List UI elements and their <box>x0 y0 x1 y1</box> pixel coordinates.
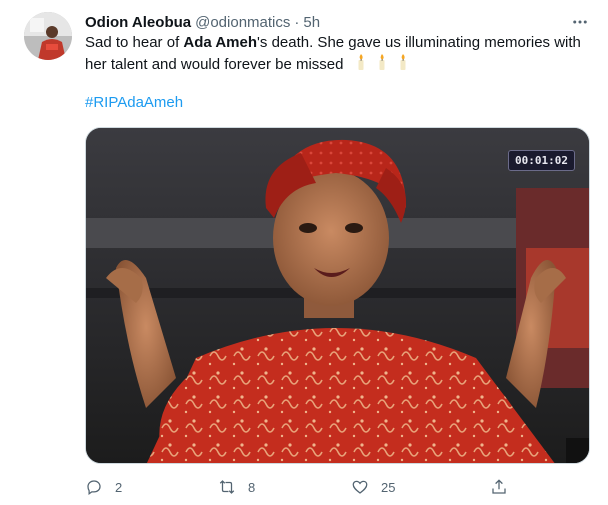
like-button[interactable]: 25 <box>351 476 395 498</box>
tweet-text-mention: Ada Ameh <box>183 34 258 51</box>
like-count: 25 <box>381 479 396 495</box>
tweet-time[interactable]: 5h <box>303 14 320 31</box>
avatar[interactable] <box>24 12 72 60</box>
candle-icon <box>394 53 412 71</box>
tweet-text-part1: Sad to hear of <box>85 34 184 51</box>
reply-icon <box>85 478 103 496</box>
retweet-icon <box>218 478 236 496</box>
hashtag-link[interactable]: #RIPAdaAmeh <box>85 93 183 113</box>
share-icon <box>490 478 508 496</box>
more-icon[interactable] <box>568 12 592 32</box>
retweet-count: 8 <box>248 479 256 495</box>
reply-count: 2 <box>115 479 123 495</box>
retweet-button[interactable]: 8 <box>218 476 255 498</box>
tweet-header: Odion Aleobua @odionmatics · 5h <box>85 12 320 32</box>
avatar-image <box>24 12 72 60</box>
candle-icon <box>373 53 391 71</box>
video-timestamp: 00:01:02 <box>508 150 575 171</box>
share-button[interactable] <box>490 476 508 498</box>
separator-dot: · <box>294 13 300 31</box>
tweet-actions: 2 8 25 <box>85 476 590 498</box>
heart-icon <box>351 478 369 496</box>
tweet-media[interactable]: 00:01:02 <box>85 127 590 464</box>
candle-icon <box>352 53 370 71</box>
author-name[interactable]: Odion Aleobua <box>85 14 191 31</box>
reply-button[interactable]: 2 <box>85 476 122 498</box>
author-handle[interactable]: @odionmatics <box>195 14 290 31</box>
candle-emojis <box>352 53 415 77</box>
media-image <box>86 128 589 463</box>
tweet-card[interactable]: Odion Aleobua @odionmatics · 5h Sad to h… <box>0 0 608 505</box>
tweet-text: Sad to hear of Ada Ameh's death. She gav… <box>85 33 590 77</box>
